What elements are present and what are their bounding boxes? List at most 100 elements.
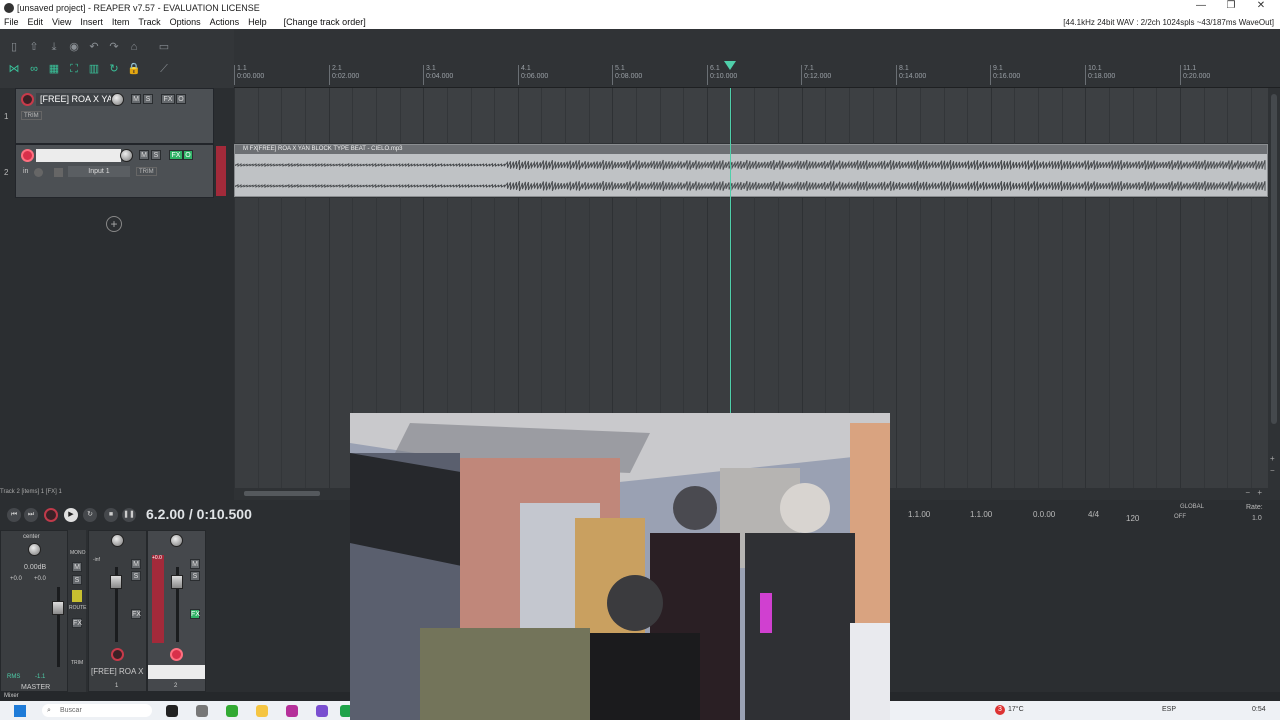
mute-button[interactable]: M	[131, 94, 141, 104]
repeat-icon[interactable]: ↻	[83, 508, 97, 522]
go-to-end-icon[interactable]: ⏭	[24, 508, 38, 522]
restore-icon[interactable]: ❐	[1216, 0, 1246, 11]
menu-file[interactable]: File	[4, 17, 19, 27]
file-explorer-icon[interactable]	[256, 705, 268, 717]
route-icon[interactable]	[72, 590, 82, 602]
master-strip[interactable]: center 0.00dB +0.0 +0.0 RMS -1.1 MASTER	[0, 530, 68, 692]
new-project-icon[interactable]: ▯	[7, 40, 21, 54]
clock[interactable]: 0:54	[1252, 706, 1266, 713]
monitor-toggle-icon[interactable]	[34, 168, 43, 177]
master-fx-button[interactable]: FX	[72, 618, 82, 628]
track-name-field[interactable]	[36, 149, 121, 162]
pause-button[interactable]: ❚❚	[122, 508, 136, 522]
fx-button[interactable]: FX	[169, 150, 183, 160]
zoom-in-icon[interactable]: +	[1270, 454, 1275, 463]
fx-button[interactable]: FX	[161, 94, 175, 104]
time-display[interactable]: 6.2.00 / 0:10.500	[146, 506, 252, 522]
fx-button[interactable]: FX	[131, 609, 141, 619]
project-settings-icon[interactable]: ◉	[67, 40, 81, 54]
minimize-icon[interactable]: —	[1186, 0, 1216, 11]
h-zoom-in-icon[interactable]: +	[1257, 488, 1262, 497]
notification-badge[interactable]: 3	[995, 705, 1005, 715]
master-solo-button[interactable]: S	[72, 575, 82, 585]
menu-options[interactable]: Options	[170, 17, 201, 27]
taskbar-search[interactable]: ⌕ Buscar	[42, 704, 152, 717]
windows-start-icon[interactable]	[14, 705, 26, 717]
volume-knob[interactable]	[120, 149, 133, 162]
solo-button[interactable]: S	[131, 571, 141, 581]
track-name-field[interactable]: [FREE] ROA X YAN	[36, 93, 116, 106]
mute-button[interactable]: M	[131, 559, 141, 569]
trim-button[interactable]: TRIM	[21, 111, 42, 120]
strip-name-field[interactable]	[148, 665, 205, 679]
record-arm-button[interactable]	[111, 648, 124, 661]
mute-button[interactable]: M	[139, 150, 149, 160]
mixer-strip-1[interactable]: -inf M S FX [FREE] ROA X 1	[88, 530, 147, 692]
solo-button[interactable]: S	[143, 94, 153, 104]
fx-button[interactable]: FX	[190, 609, 200, 619]
envelope-points-icon[interactable]: ▥	[87, 62, 101, 76]
volume-fader[interactable]	[110, 575, 122, 589]
zoom-out-icon[interactable]: −	[1270, 466, 1275, 475]
input-monitor-label[interactable]: in	[23, 168, 28, 175]
mixer-strip-2[interactable]: +0.0 M S FX 2	[147, 530, 206, 692]
undo-icon[interactable]: ↶	[87, 40, 101, 54]
lock-icon[interactable]: 🔒	[127, 62, 141, 76]
record-button[interactable]	[44, 508, 58, 522]
record-arm-button[interactable]	[21, 149, 34, 162]
media-item[interactable]: M FX [FREE] ROA X YAN BLOCK TYPE BEAT - …	[234, 144, 1268, 197]
open-project-icon[interactable]: ⇧	[27, 40, 41, 54]
tempo-bpm[interactable]: 120	[1126, 514, 1139, 523]
route-button[interactable]: ROUTE	[69, 605, 87, 611]
track-lane-1[interactable]	[234, 88, 1268, 144]
close-icon[interactable]: ✕	[1246, 0, 1276, 11]
app-icon[interactable]	[286, 705, 298, 717]
global-automation-state[interactable]: OFF	[1174, 514, 1186, 520]
scrollbar-thumb[interactable]	[244, 491, 320, 496]
master-mute-button[interactable]: M	[72, 562, 82, 572]
ripple-edit-icon[interactable]: ⋈	[7, 62, 21, 76]
stop-button[interactable]: ■	[104, 508, 118, 522]
time-signature[interactable]: 4/4	[1088, 510, 1099, 519]
metronome-icon[interactable]: ⌂	[127, 40, 141, 54]
input-select[interactable]: Input 1	[68, 166, 130, 177]
pan-knob[interactable]	[170, 534, 183, 547]
master-pan-knob[interactable]	[28, 543, 41, 556]
h-zoom-out-icon[interactable]: −	[1245, 488, 1250, 497]
record-arm-button[interactable]	[21, 93, 34, 106]
strip-name[interactable]: [FREE] ROA X	[91, 667, 143, 676]
mute-button[interactable]: M	[190, 559, 200, 569]
solo-button[interactable]: S	[190, 571, 200, 581]
menu-insert[interactable]: Insert	[80, 17, 103, 27]
save-project-icon[interactable]: ⤓	[47, 40, 61, 54]
app-icon[interactable]	[316, 705, 328, 717]
snap-icon[interactable]: ⛶	[67, 62, 81, 76]
auto-crossfade-icon[interactable]: ↻	[107, 62, 121, 76]
playhead-marker-icon[interactable]	[724, 61, 736, 71]
app-icon[interactable]	[196, 705, 208, 717]
menu-actions[interactable]: Actions	[210, 17, 240, 27]
menu-help[interactable]: Help	[248, 17, 267, 27]
grid-icon[interactable]: ▦	[47, 62, 61, 76]
fx-bypass-button[interactable]: O	[176, 94, 186, 104]
redo-icon[interactable]: ↷	[107, 40, 121, 54]
rate-value[interactable]: 1.0	[1252, 515, 1262, 522]
go-to-start-icon[interactable]: ⏮	[7, 508, 21, 522]
track-header-2[interactable]: M S FX O in Input 1 TRIM	[15, 144, 214, 198]
menu-change-track-order[interactable]: [Change track order]	[284, 17, 366, 27]
taskview-icon[interactable]	[166, 705, 178, 717]
mono-button[interactable]: MONO	[70, 550, 86, 556]
master-fader-track[interactable]	[57, 587, 60, 667]
toolbar-square-icon[interactable]: ▭	[157, 40, 171, 54]
language-indicator[interactable]: ESP	[1162, 706, 1176, 713]
selection-end[interactable]: 1.1.00	[970, 510, 992, 519]
vertical-scrollbar[interactable]: + −	[1268, 88, 1280, 488]
menu-view[interactable]: View	[52, 17, 71, 27]
item-grouping-icon[interactable]: ∞	[27, 62, 41, 76]
master-trim-button[interactable]: TRIM	[71, 660, 83, 666]
track-header-1[interactable]: [FREE] ROA X YAN M S FX O TRIM	[15, 88, 214, 144]
razor-tool-icon[interactable]: ⟋	[157, 62, 171, 76]
trim-button[interactable]: TRIM	[136, 167, 157, 176]
weather-readout[interactable]: 17°C	[1008, 706, 1024, 713]
play-button[interactable]: ▶	[64, 508, 78, 522]
